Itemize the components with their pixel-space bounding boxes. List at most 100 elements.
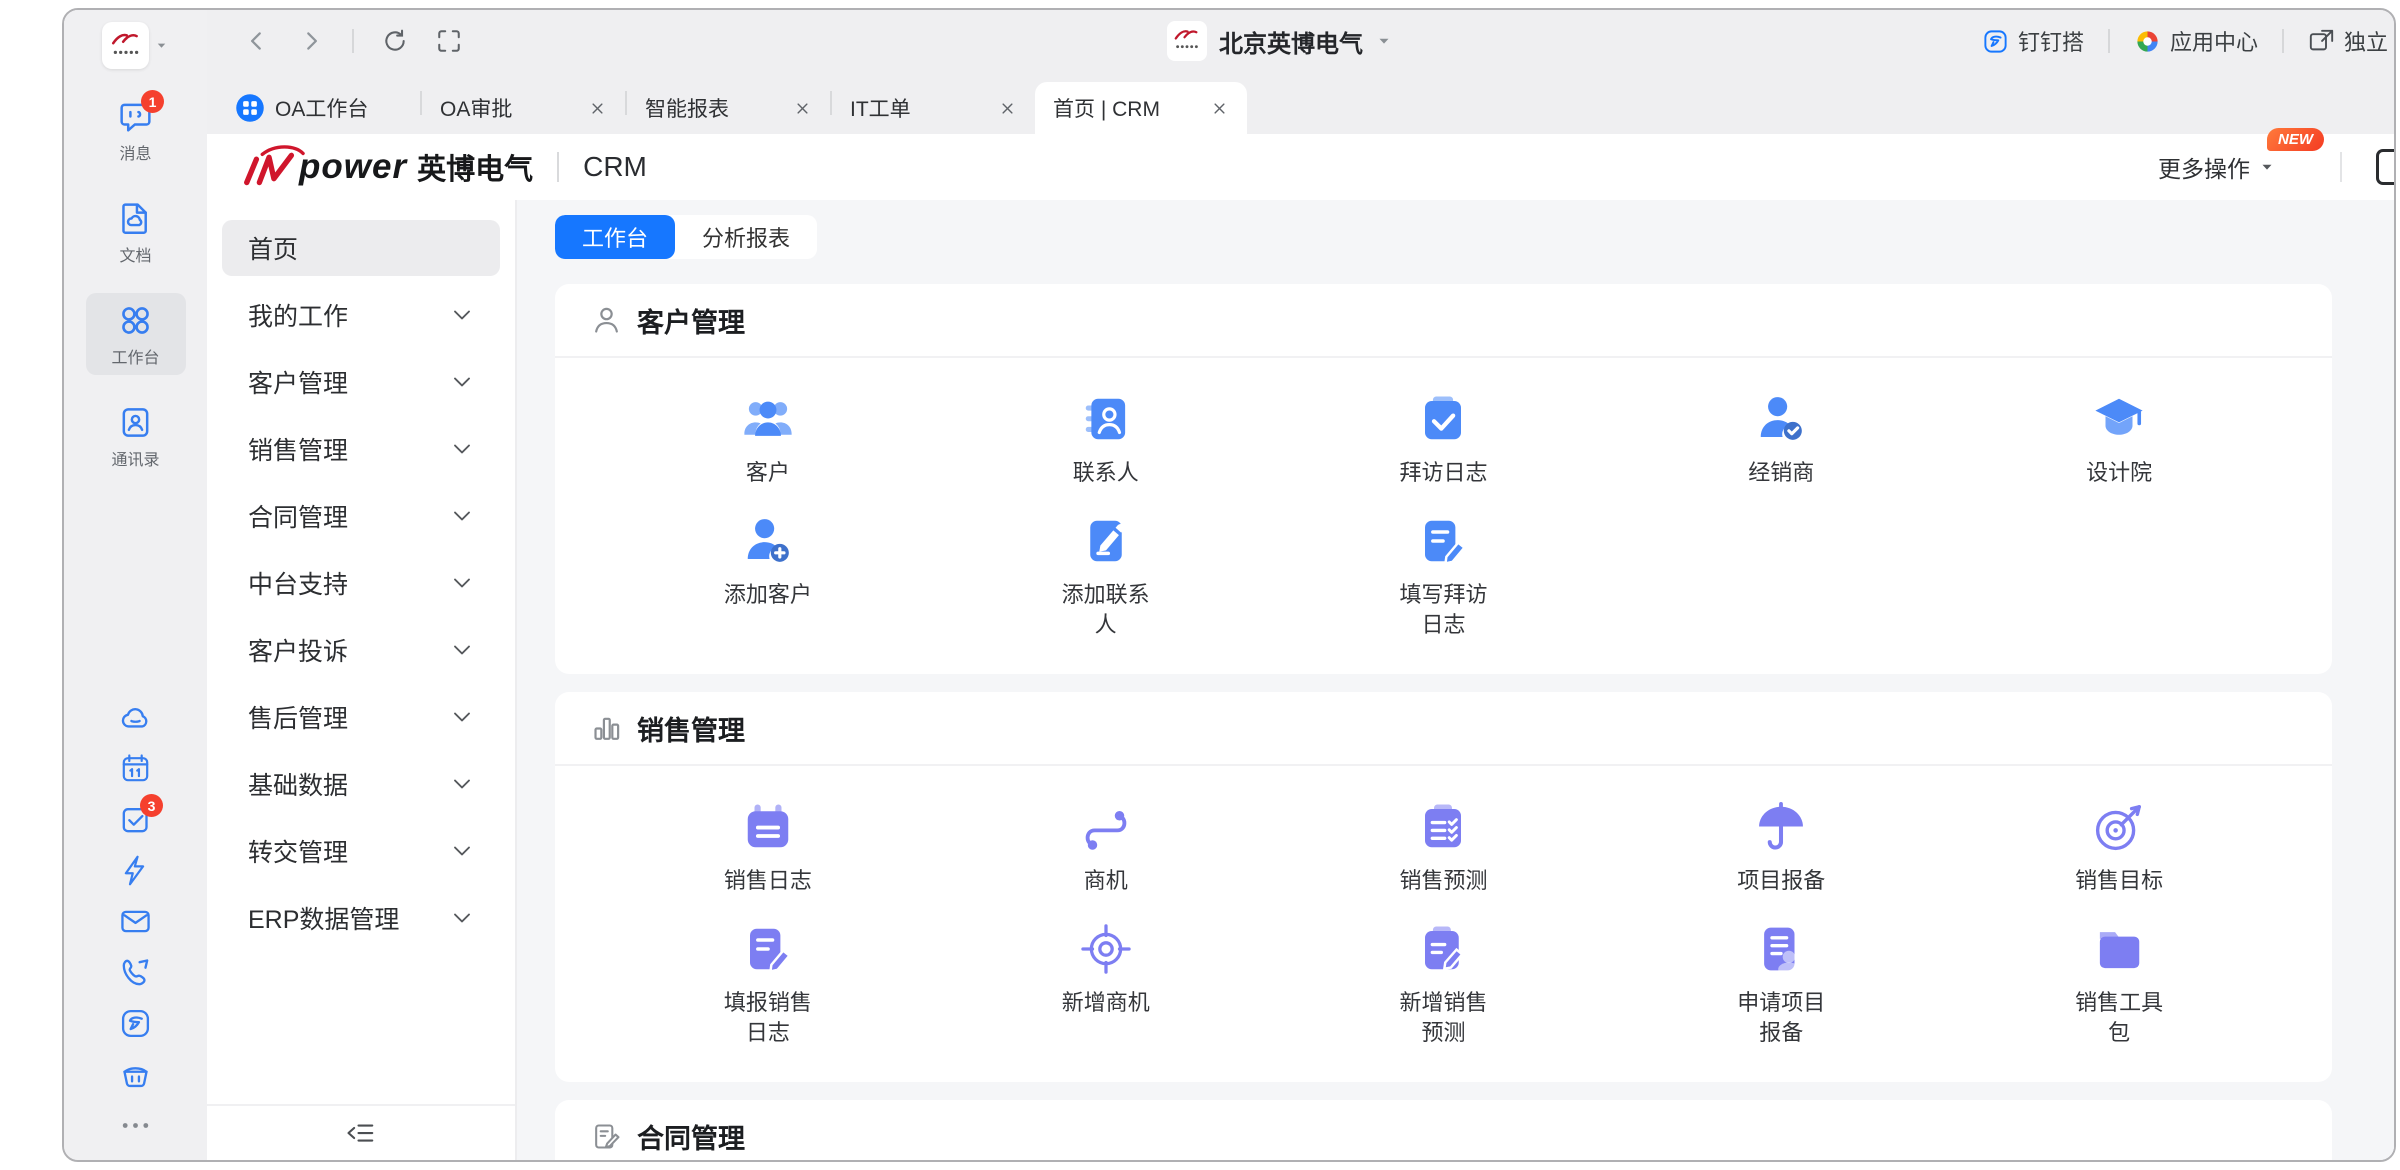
app-add-customer[interactable]: 添加客户: [599, 494, 937, 646]
nav-item-label: ERP数据管理: [248, 900, 399, 936]
app-fill-sales-log[interactable]: 填报销售日志: [599, 902, 937, 1054]
tab-workbench[interactable]: 工作台: [555, 215, 675, 259]
close-icon[interactable]: [1210, 99, 1229, 118]
app-sales-target[interactable]: 销售目标: [1950, 780, 2288, 902]
tab-analysis-reports[interactable]: 分析报表: [675, 215, 817, 259]
app-visit-log[interactable]: 拜访日志: [1275, 372, 1613, 494]
doc-pencil-icon: [1416, 514, 1470, 568]
back-icon[interactable]: [244, 28, 270, 54]
chart-bars-icon: [591, 713, 622, 744]
sidebar-item-contract-mgmt[interactable]: 合同管理: [222, 488, 500, 544]
nav-item-label: 首页: [248, 230, 298, 266]
refresh-icon[interactable]: [382, 28, 408, 54]
rail-todo[interactable]: 3: [119, 803, 152, 836]
app-sales-log[interactable]: 销售日志: [599, 780, 937, 902]
tab-oa-approval[interactable]: OA审批: [422, 82, 625, 134]
app-add-contact-label: 添加联系人: [1056, 580, 1156, 640]
fullscreen-icon[interactable]: [436, 28, 462, 54]
rail-mail[interactable]: [119, 905, 152, 938]
sidebar-item-transfer-mgmt[interactable]: 转交管理: [222, 823, 500, 879]
nav-item-label: 转交管理: [248, 833, 348, 869]
close-icon[interactable]: [793, 99, 812, 118]
nav-item-label: 客户投诉: [248, 632, 348, 668]
app-new-opportunity[interactable]: 新增商机: [937, 902, 1275, 1054]
sidebar-item-sales-mgmt[interactable]: 销售管理: [222, 421, 500, 477]
rail-more[interactable]: [119, 1109, 152, 1142]
popout-icon: [2308, 28, 2335, 55]
rail-docs[interactable]: 文档: [86, 191, 186, 273]
user-check-icon: [1754, 392, 1808, 446]
collapse-sidebar-icon[interactable]: [346, 1118, 376, 1148]
app-add-contact[interactable]: 添加联系人: [937, 494, 1275, 646]
sidebar-item-customer-complaints[interactable]: 客户投诉: [222, 622, 500, 678]
tab-it-ticket[interactable]: IT工单: [832, 82, 1035, 134]
app-opportunities[interactable]: 商机: [937, 780, 1275, 902]
sidebar-item-my-work[interactable]: 我的工作: [222, 287, 500, 343]
crosshair-icon: [1079, 922, 1133, 976]
brand-mark-icon: [237, 145, 305, 189]
topbar-standalone-window[interactable]: 独立: [2308, 25, 2388, 57]
tab-home-crm[interactable]: 首页 | CRM: [1035, 82, 1247, 134]
app-add-customer-label: 添加客户: [724, 580, 812, 610]
app-switcher[interactable]: [102, 22, 169, 69]
app-project-filing[interactable]: 项目报备: [1612, 780, 1950, 902]
rail-contacts[interactable]: 通讯录: [86, 395, 186, 477]
tab-smart-reports[interactable]: 智能报表: [627, 82, 830, 134]
chevron-down-icon: [450, 370, 474, 394]
fullscreen-partial-icon[interactable]: [2376, 149, 2396, 185]
more-actions-label: 更多操作: [2158, 150, 2250, 184]
rail-messages[interactable]: 1 消息: [86, 89, 186, 171]
app-write-visit-log[interactable]: 填写拜访日志: [1275, 494, 1613, 646]
close-icon[interactable]: [998, 99, 1017, 118]
sidebar-item-midplatform-support[interactable]: 中台支持: [222, 555, 500, 611]
topbar-app-center[interactable]: 应用中心: [2134, 25, 2258, 57]
person-outline-icon: [591, 305, 622, 336]
rail-dingtalk[interactable]: [119, 1007, 152, 1040]
topbar-app-center-label: 应用中心: [2170, 25, 2258, 57]
section-sales-mgmt: 销售管理销售日志商机销售预测项目报备销售目标填报销售日志新增商机新增销售预测申请…: [555, 692, 2332, 1082]
app-sales-toolkit[interactable]: 销售工具包: [1950, 902, 2288, 1054]
more-actions-button[interactable]: 更多操作 NEW: [2158, 150, 2276, 184]
chevron-down-icon: [450, 906, 474, 930]
app-grid: 销售日志商机销售预测 项目报备 销售目标填报销售日志新增商机新增销售预测申请项目报备…: [555, 766, 2332, 1082]
app-new-sales-forecast[interactable]: 新增销售预测: [1275, 902, 1613, 1054]
app-project-filing-label: 项目报备: [1737, 866, 1825, 896]
sidebar-item-home[interactable]: 首页: [222, 220, 500, 276]
nav-item-label: 基础数据: [248, 766, 348, 802]
section-header: 客户管理: [555, 284, 2332, 358]
separator: [557, 152, 559, 182]
sidebar-item-aftersales-mgmt[interactable]: 售后管理: [222, 689, 500, 745]
app-sales-forecast-label: 销售预测: [1399, 866, 1487, 896]
app-apply-project-filing[interactable]: 申请项目报备: [1612, 902, 1950, 1054]
org-switcher[interactable]: 北京英博电气: [1167, 10, 1393, 72]
app-design-institute[interactable]: 设计院: [1950, 372, 2288, 494]
app-dealers[interactable]: 经销商: [1612, 372, 1950, 494]
rail-storage-box[interactable]: [119, 1058, 152, 1091]
sidebar-item-base-data[interactable]: 基础数据: [222, 756, 500, 812]
app-sales-forecast[interactable]: 销售预测: [1275, 780, 1613, 902]
org-logo-icon: [1167, 21, 1207, 61]
app-contacts[interactable]: 联系人: [937, 372, 1275, 494]
sidebar-item-customer-mgmt[interactable]: 客户管理: [222, 354, 500, 410]
notification-badge: 1: [141, 90, 164, 113]
forward-icon[interactable]: [298, 28, 324, 54]
browser-controls: [244, 10, 462, 72]
close-icon[interactable]: [588, 99, 607, 118]
app-grid-icon: [235, 93, 265, 123]
rail-workbench[interactable]: 工作台: [86, 293, 186, 375]
brand-logo: power 英博电气: [237, 145, 533, 189]
target-icon: [2092, 800, 2146, 854]
rail-cloud-drive[interactable]: [119, 701, 152, 734]
rail-flash[interactable]: [119, 854, 152, 887]
sidebar-item-erp-data-mgmt[interactable]: ERP数据管理: [222, 890, 500, 946]
tab-oa-workbench[interactable]: OA工作台: [217, 82, 420, 134]
nav-list: 首页我的工作客户管理销售管理合同管理中台支持客户投诉售后管理基础数据转交管理 ER…: [207, 200, 515, 957]
app-customers[interactable]: 客户: [599, 372, 937, 494]
topbar-dingtalk-build[interactable]: 钉钉搭: [1982, 25, 2084, 57]
rail-calendar[interactable]: [119, 752, 152, 785]
doc-person-icon: [1754, 922, 1808, 976]
rail-phone[interactable]: [119, 956, 152, 989]
chevron-down-icon: [450, 437, 474, 461]
app-visit-log-label: 拜访日志: [1399, 458, 1487, 488]
rail-messages-label: 消息: [119, 140, 151, 164]
